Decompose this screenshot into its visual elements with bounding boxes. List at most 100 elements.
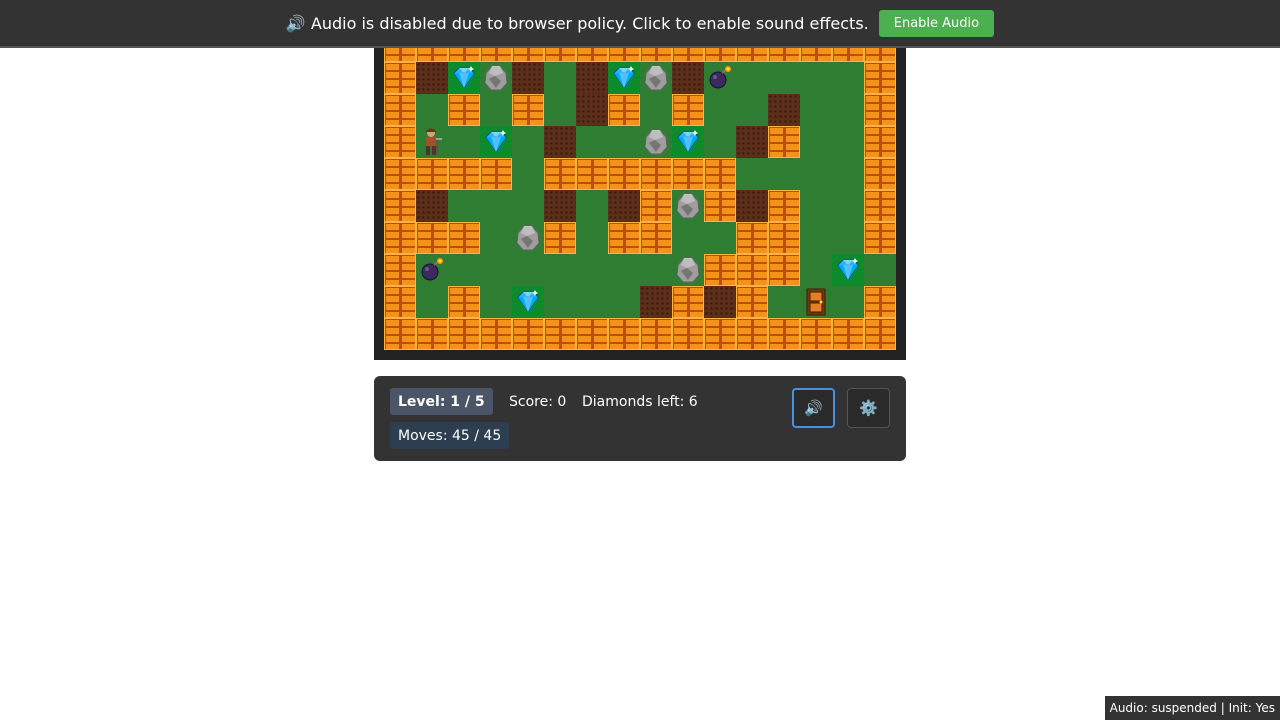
brick-wall-tile (416, 222, 448, 254)
grass-tile (416, 286, 448, 318)
brick-wall-tile (640, 158, 672, 190)
grass-tile (832, 158, 864, 190)
brick-wall-tile (640, 190, 672, 222)
grass-tile (640, 254, 672, 286)
brick-wall-tile (384, 318, 416, 350)
dirt-tile (672, 62, 704, 94)
grass-tile (736, 62, 768, 94)
dirt-tile (736, 126, 768, 158)
diamond-icon (834, 257, 862, 283)
rock-icon (515, 224, 541, 252)
rock-icon (483, 64, 509, 92)
grass-tile (800, 62, 832, 94)
dirt-tile (576, 62, 608, 94)
settings-button[interactable]: ⚙️ (847, 388, 890, 428)
grass-tile (576, 126, 608, 158)
grass-tile (480, 190, 512, 222)
diamonds-left-display: Diamonds left: 6 (582, 393, 698, 410)
grass-tile (448, 126, 480, 158)
brick-wall-tile (768, 254, 800, 286)
grass-tile (800, 222, 832, 254)
grass-tile (480, 222, 512, 254)
brick-wall-tile (384, 62, 416, 94)
brick-wall-tile (384, 158, 416, 190)
diamond-tile (832, 254, 864, 286)
brick-wall-tile (384, 254, 416, 286)
dirt-tile (416, 62, 448, 94)
player-icon (420, 127, 444, 157)
brick-wall-tile (672, 158, 704, 190)
audio-banner: 🔊 Audio is disabled due to browser polic… (0, 0, 1280, 48)
grass-tile (832, 286, 864, 318)
brick-wall-tile (608, 158, 640, 190)
grass-tile (512, 126, 544, 158)
brick-wall-tile (384, 222, 416, 254)
bomb-icon (707, 65, 733, 91)
score-display: Score: 0 (509, 393, 567, 410)
grass-tile (576, 286, 608, 318)
dirt-tile (544, 126, 576, 158)
grass-tile (800, 190, 832, 222)
brick-wall-tile (672, 286, 704, 318)
diamond-icon (482, 129, 510, 155)
exit-door-tile (800, 286, 832, 318)
grass-tile (800, 254, 832, 286)
grass-tile (416, 94, 448, 126)
brick-wall-tile (576, 318, 608, 350)
rock-tile (640, 126, 672, 158)
diamond-icon (610, 65, 638, 91)
brick-wall-tile (672, 318, 704, 350)
brick-wall-tile (448, 286, 480, 318)
brick-wall-tile (480, 318, 512, 350)
brick-wall-tile (640, 222, 672, 254)
dirt-tile (576, 94, 608, 126)
grass-tile (576, 190, 608, 222)
brick-wall-tile (864, 158, 896, 190)
enable-audio-button[interactable]: Enable Audio (878, 9, 995, 37)
brick-wall-tile (864, 286, 896, 318)
grass-tile (832, 222, 864, 254)
dirt-tile (544, 190, 576, 222)
brick-wall-tile (736, 254, 768, 286)
diamond-tile (448, 62, 480, 94)
sound-toggle-button[interactable]: 🔊 (792, 388, 835, 428)
brick-wall-tile (768, 190, 800, 222)
bomb-icon (419, 257, 445, 283)
grass-tile (704, 222, 736, 254)
hud-panel: Level: 1 / 5 Score: 0 Diamonds left: 6 M… (374, 376, 906, 461)
grass-tile (704, 126, 736, 158)
brick-wall-tile (864, 318, 896, 350)
grass-tile (544, 94, 576, 126)
grass-tile (672, 222, 704, 254)
grass-tile (832, 126, 864, 158)
brick-wall-tile (832, 318, 864, 350)
brick-wall-tile (704, 190, 736, 222)
rock-tile (640, 62, 672, 94)
brick-wall-tile (864, 126, 896, 158)
rock-tile (512, 222, 544, 254)
rock-tile (672, 190, 704, 222)
game-board-frame (374, 30, 906, 360)
brick-wall-tile (544, 318, 576, 350)
diamond-tile (608, 62, 640, 94)
grass-tile (448, 190, 480, 222)
grass-tile (832, 94, 864, 126)
grass-tile (768, 158, 800, 190)
brick-wall-tile (768, 126, 800, 158)
dirt-tile (736, 190, 768, 222)
brick-wall-tile (384, 94, 416, 126)
brick-wall-tile (448, 94, 480, 126)
brick-wall-tile (512, 318, 544, 350)
grass-tile (576, 222, 608, 254)
brick-wall-tile (384, 286, 416, 318)
grass-tile (544, 254, 576, 286)
grass-tile (512, 190, 544, 222)
brick-wall-tile (512, 94, 544, 126)
exit-door-icon (806, 288, 826, 316)
grass-tile (800, 126, 832, 158)
game-board (384, 30, 896, 350)
grass-tile (608, 254, 640, 286)
brick-wall-tile (864, 190, 896, 222)
brick-wall-tile (768, 222, 800, 254)
player-tile (416, 126, 448, 158)
